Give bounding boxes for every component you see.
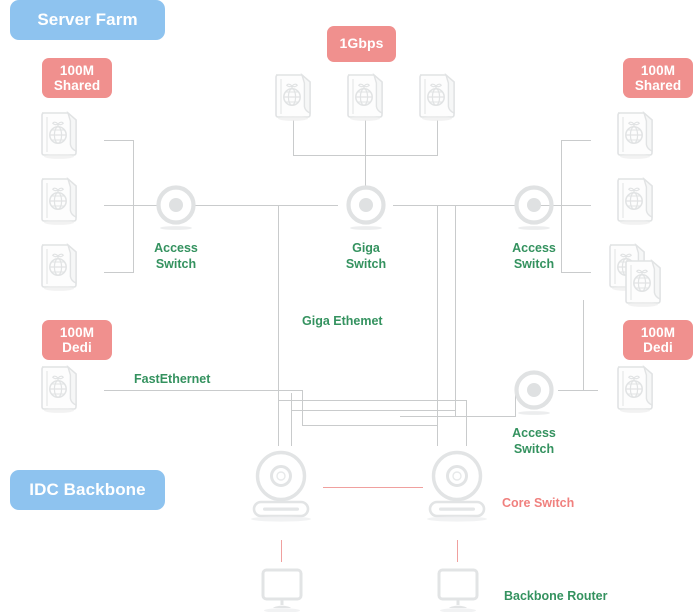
access-switch-right-bottom-label: Access Switch — [512, 426, 556, 456]
link-left-server1-stub — [104, 140, 134, 141]
access-switch-right-bottom-icon[interactable] — [512, 369, 556, 419]
core-switch-icon-left[interactable] — [245, 450, 317, 522]
link-fastethernet-trunk — [104, 390, 302, 391]
core-to-router-drop-right — [457, 540, 459, 562]
speed-badge-left-dedi[interactable]: 100M Dedi — [42, 320, 112, 360]
server-icon-left-3[interactable] — [38, 240, 82, 292]
core-to-router-drop-left — [281, 540, 283, 562]
link-top-server2-drop — [365, 120, 366, 155]
link-top-server3-drop — [437, 120, 438, 155]
zone-badge-server-farm[interactable]: Server Farm — [10, 0, 165, 40]
link-top-server1-drop — [293, 120, 294, 155]
server-icon-left-1[interactable] — [38, 108, 82, 160]
speed-badge-left-shared[interactable]: 100M Shared — [42, 58, 112, 98]
server-icon-right-1[interactable] — [614, 108, 658, 160]
trunk-riser-f — [466, 400, 467, 446]
link-right-dedi-bus — [583, 300, 584, 391]
server-icon-right-dedi[interactable] — [614, 362, 658, 414]
link-right-server2-stub — [561, 205, 591, 206]
cross-link-mid — [291, 410, 455, 411]
server-icon-right-3-front[interactable] — [622, 256, 666, 308]
link-left-server3-stub — [104, 272, 134, 273]
server-icon-right-2[interactable] — [614, 174, 658, 226]
access-switch-right-top-label: Access Switch — [512, 241, 556, 271]
link-access-right-to-trunk — [455, 205, 515, 206]
speed-badge-right-dedi[interactable]: 100M Dedi — [623, 320, 693, 360]
trunk-riser-a — [278, 205, 279, 446]
cross-link-upper — [278, 400, 466, 401]
access-switch-right-top-icon[interactable] — [512, 184, 556, 234]
server-icon-top-3[interactable] — [416, 70, 460, 122]
speed-badge-top-gbps[interactable]: 1Gbps — [327, 26, 396, 62]
core-switch-label: Core Switch — [502, 496, 575, 510]
backbone-router-icon-right[interactable] — [432, 566, 484, 612]
link-access-left-to-trunk — [194, 205, 278, 206]
giga-switch-icon[interactable] — [344, 184, 388, 234]
link-right-server3-stub — [561, 272, 591, 273]
core-switch-interlink — [323, 487, 423, 489]
link-giga-switch-right-stub — [393, 205, 455, 206]
fast-ethernet-link-label: FastEthernet — [134, 372, 211, 386]
link-right-dedi-to-access-switch — [558, 390, 584, 391]
link-right-server1-stub — [561, 140, 591, 141]
giga-ethernet-link-label: Giga Ethemet — [302, 314, 383, 328]
server-icon-left-dedi[interactable] — [38, 362, 82, 414]
zone-badge-idc-backbone[interactable]: IDC Backbone — [10, 470, 165, 510]
cross-link-access-right — [400, 416, 515, 417]
core-switch-icon-right[interactable] — [421, 450, 493, 522]
link-left-shared-bus — [133, 140, 134, 273]
trunk-riser-c — [302, 390, 303, 425]
server-icon-top-2[interactable] — [344, 70, 388, 122]
server-icon-left-2[interactable] — [38, 174, 82, 226]
access-switch-left-label: Access Switch — [154, 241, 198, 271]
backbone-router-icon-left[interactable] — [256, 566, 308, 612]
access-switch-left-icon[interactable] — [154, 184, 198, 234]
link-giga-switch-left-stub — [278, 205, 338, 206]
link-top-bus-to-giga-switch — [365, 155, 366, 186]
speed-badge-right-shared[interactable]: 100M Shared — [623, 58, 693, 98]
cross-link-lower — [302, 425, 438, 426]
link-left-server2-stub — [104, 205, 134, 206]
giga-switch-label: Giga Switch — [345, 241, 387, 271]
server-icon-top-1[interactable] — [272, 70, 316, 122]
backbone-router-label: Backbone Router — [504, 589, 608, 603]
network-diagram-canvas: Server Farm IDC Backbone 100M Shared 1Gb… — [0, 0, 694, 612]
trunk-riser-e — [455, 205, 456, 416]
